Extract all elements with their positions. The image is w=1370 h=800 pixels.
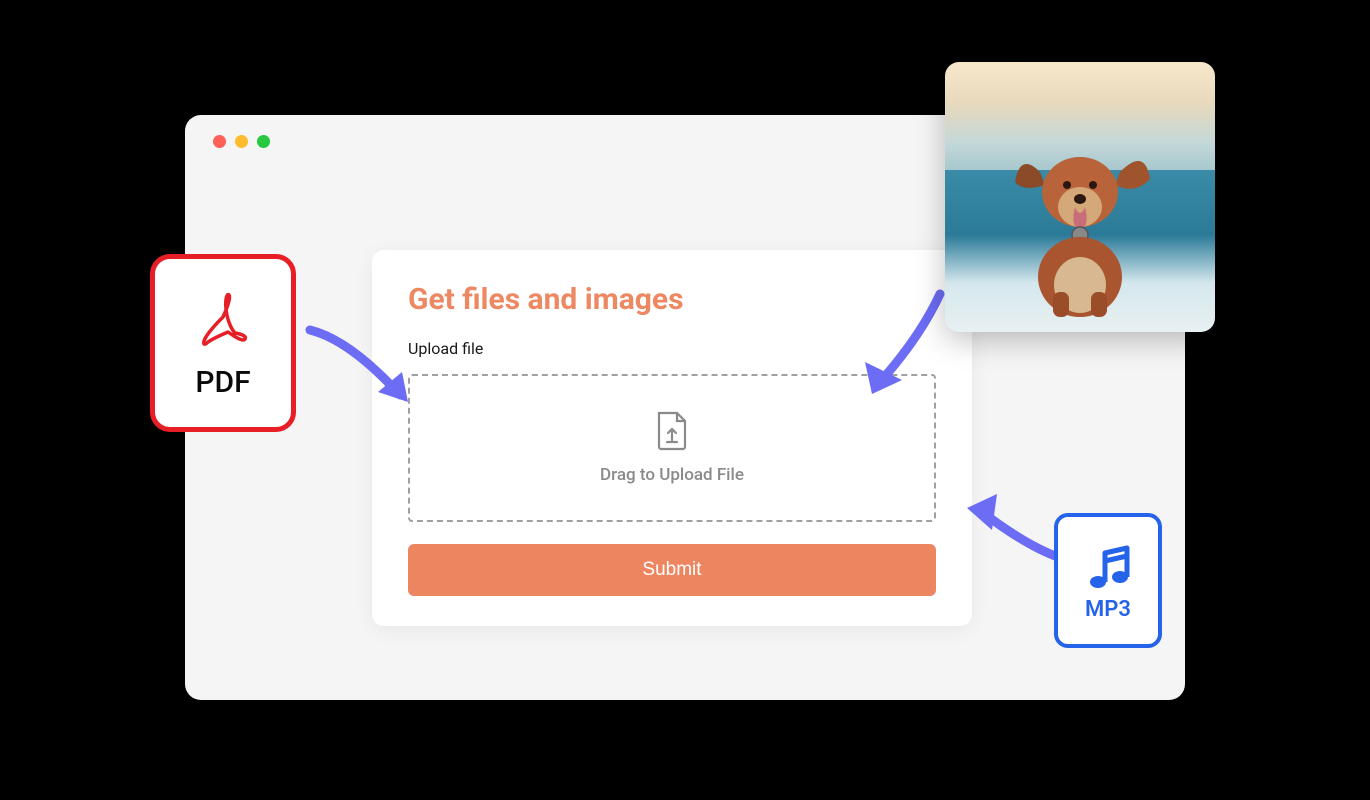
- mp3-file-badge: MP3: [1054, 513, 1162, 648]
- minimize-dot[interactable]: [235, 135, 248, 148]
- arrow-image-icon: [830, 282, 960, 422]
- submit-button[interactable]: Submit: [408, 544, 936, 596]
- dog-illustration: [1005, 137, 1155, 317]
- image-preview: [945, 62, 1215, 332]
- close-dot[interactable]: [213, 135, 226, 148]
- arrow-pdf-icon: [290, 320, 450, 440]
- maximize-dot[interactable]: [257, 135, 270, 148]
- upload-file-icon: [655, 411, 689, 451]
- mp3-label: MP3: [1085, 597, 1131, 622]
- adobe-pdf-icon: [193, 287, 253, 357]
- dropzone-text: Drag to Upload File: [600, 465, 744, 485]
- music-note-icon: [1084, 539, 1132, 593]
- pdf-file-badge: PDF: [150, 254, 296, 432]
- pdf-label: PDF: [195, 365, 250, 400]
